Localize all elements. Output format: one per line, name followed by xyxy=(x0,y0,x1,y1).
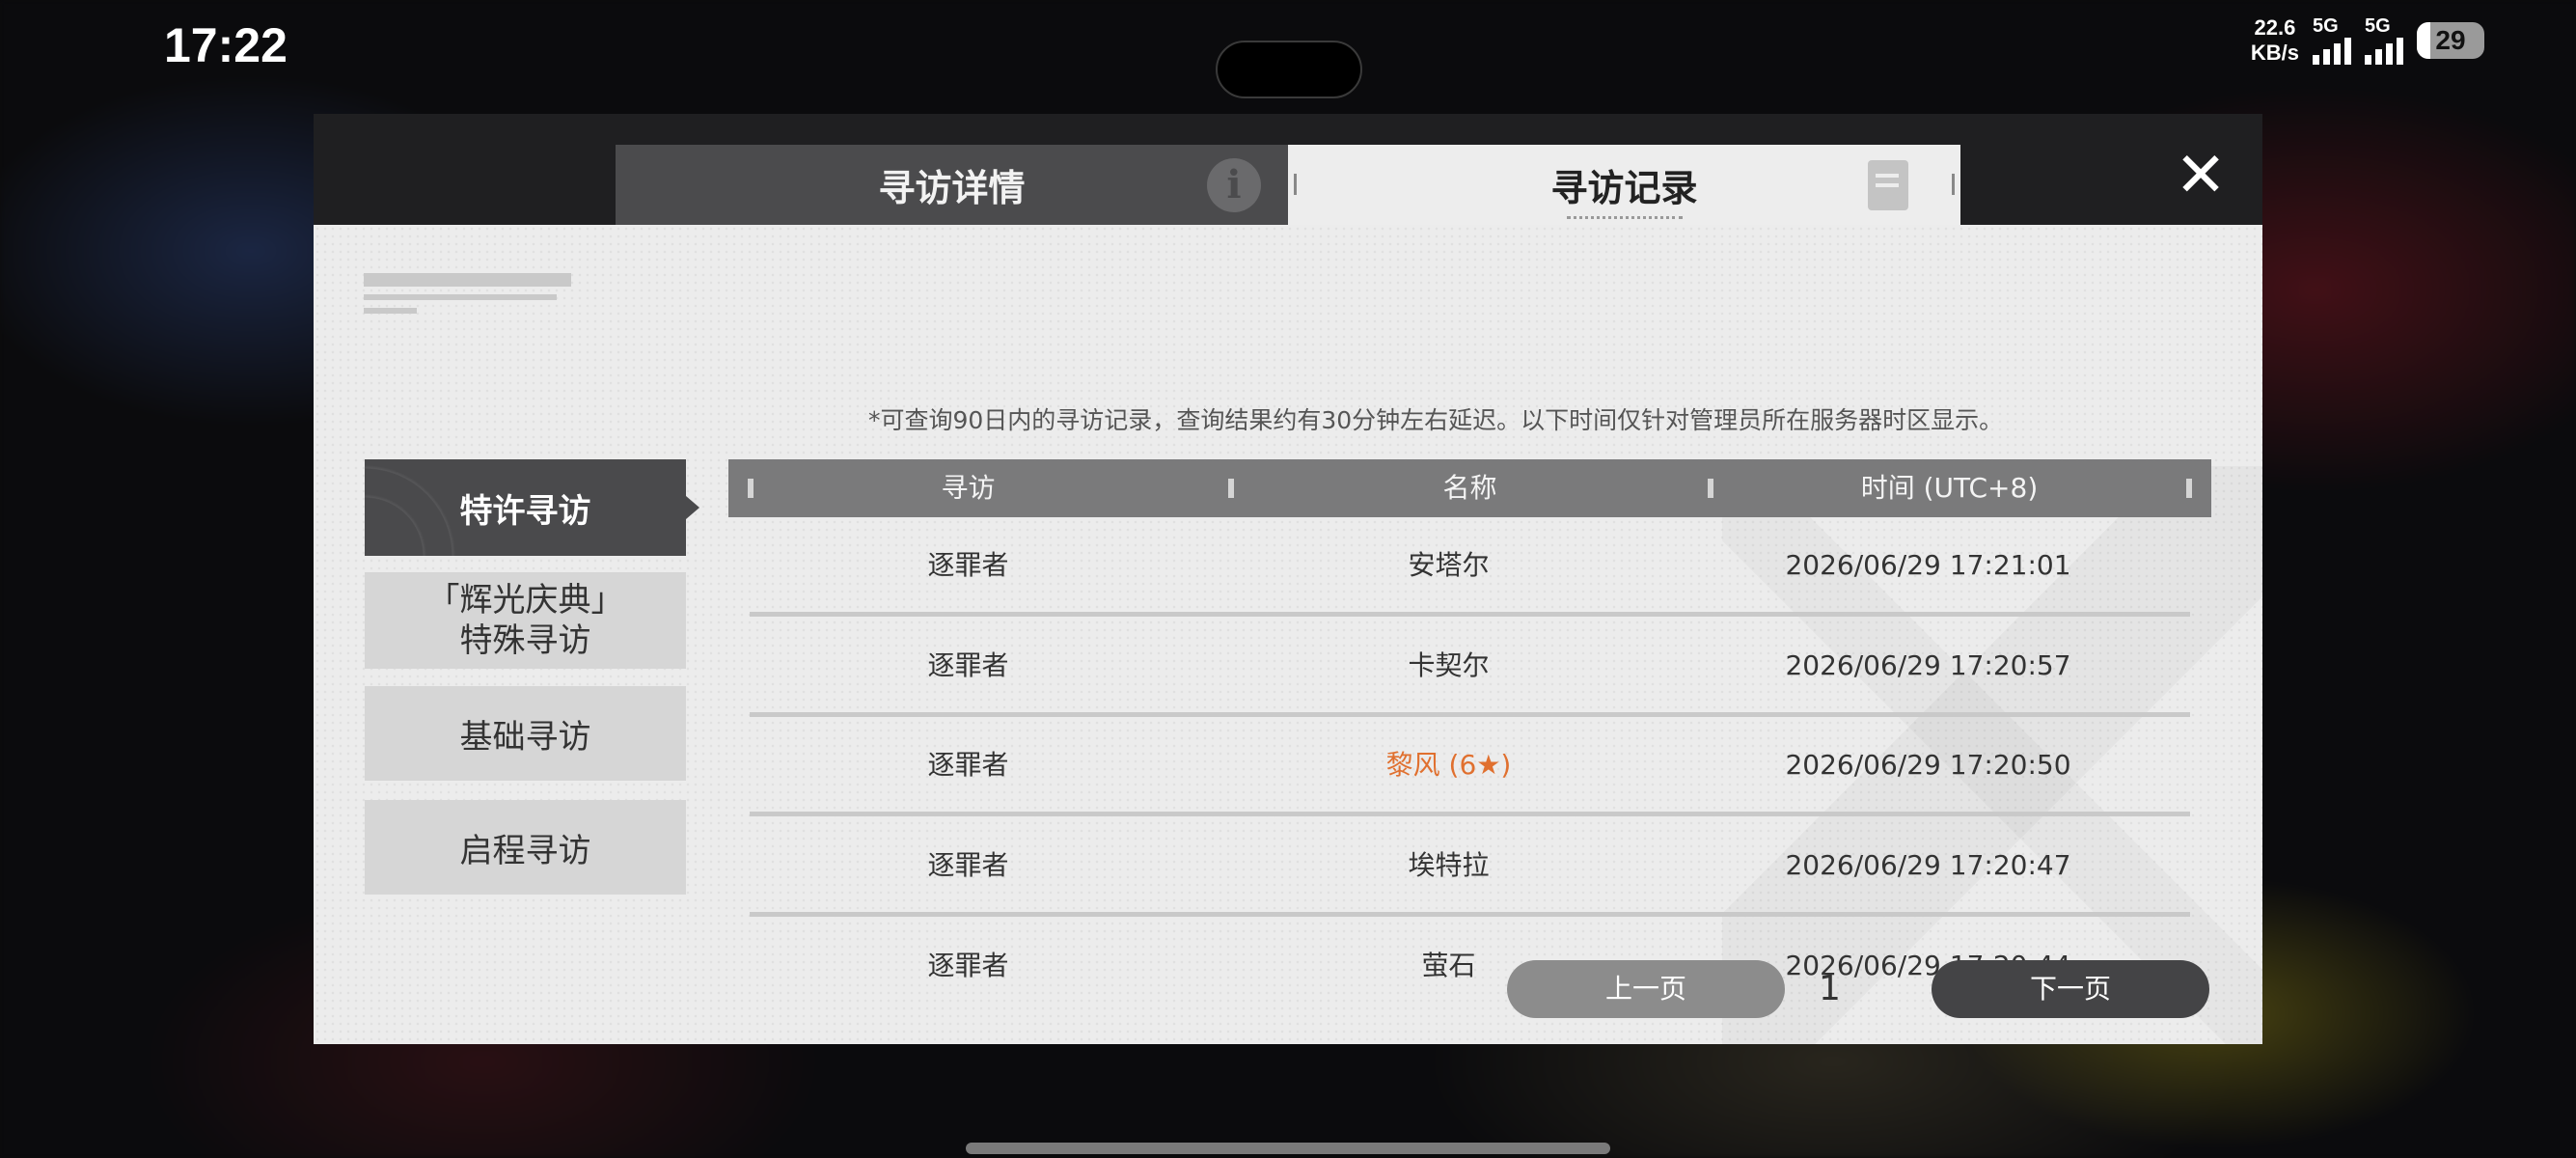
table-row: 逐罪者 卡契尔 2026/06/29 17:20:57 xyxy=(728,618,2211,717)
sidebar-item-label: 「辉光庆典」 特殊寻访 xyxy=(426,581,624,660)
net-speed: 22.6 KB/s xyxy=(2251,15,2299,66)
row-divider xyxy=(750,612,2190,617)
row-divider xyxy=(750,812,2190,816)
page-number: 1 xyxy=(1819,969,1841,1008)
table-header: 寻访 名称 时间 (UTC+8) xyxy=(728,459,2211,517)
cell-banner: 逐罪者 xyxy=(927,549,1009,581)
status-icons: 22.6 KB/s 5G 5G 29 xyxy=(2251,15,2484,66)
dialog-body: 特许寻访 「辉光庆典」 特殊寻访 基础寻访 启程寻访 *可查询90日内的寻访记录… xyxy=(314,225,2262,1044)
sidebar-item-starter[interactable]: 启程寻访 xyxy=(365,800,686,895)
header-mark xyxy=(2186,479,2192,498)
header-banner: 寻访 xyxy=(941,472,996,504)
home-indicator[interactable] xyxy=(966,1143,1610,1154)
cell-name: 埃特拉 xyxy=(1408,849,1490,881)
sidebar-item-label: 基础寻访 xyxy=(459,717,591,757)
tab-details[interactable]: 寻访详情 i xyxy=(616,145,1288,225)
document-icon xyxy=(1868,160,1908,210)
tab-details-label: 寻访详情 xyxy=(878,167,1026,209)
sim2-label: 5G xyxy=(2365,15,2391,37)
sidebar-item-special-permit[interactable]: 特许寻访 xyxy=(365,459,699,556)
row-divider xyxy=(750,912,2190,917)
sidebar-item-glow-festival[interactable]: 「辉光庆典」 特殊寻访 xyxy=(365,572,686,669)
cell-time: 2026/06/29 17:20:57 xyxy=(1785,649,2071,681)
tab-edge-mark xyxy=(1952,174,1955,195)
prev-page-button[interactable]: 上一页 xyxy=(1507,960,1785,1018)
battery-level: 29 xyxy=(2435,25,2466,55)
tab-records[interactable]: 寻访记录 xyxy=(1288,145,1960,225)
camera-island xyxy=(1216,41,1362,98)
next-page-button[interactable]: 下一页 xyxy=(1932,960,2209,1018)
cell-time: 2026/06/29 17:20:47 xyxy=(1785,849,2071,881)
signal-bars-icon xyxy=(2365,36,2403,65)
close-button[interactable]: ✕ xyxy=(2174,145,2228,207)
sim2-signal: 5G xyxy=(2365,16,2403,65)
sim1-signal: 5G xyxy=(2313,16,2351,65)
net-speed-unit: KB/s xyxy=(2250,41,2299,65)
cell-time: 2026/06/29 17:21:01 xyxy=(1785,549,2071,581)
net-speed-value: 22.6 xyxy=(2254,15,2296,40)
cell-time: 2026/06/29 17:20:50 xyxy=(1785,749,2071,781)
sidebar-item-label: 特许寻访 xyxy=(459,491,591,531)
cell-banner: 逐罪者 xyxy=(927,849,1009,881)
header-name: 名称 xyxy=(1442,472,1497,504)
cell-name: 安塔尔 xyxy=(1408,549,1490,581)
signal-bars-icon xyxy=(2313,36,2351,65)
sim1-label: 5G xyxy=(2313,15,2339,37)
decorative-text-lines xyxy=(364,273,571,321)
info-icon: i xyxy=(1207,158,1261,212)
status-time: 17:22 xyxy=(164,18,288,72)
cell-banner: 逐罪者 xyxy=(927,950,1009,981)
cell-banner: 逐罪者 xyxy=(927,649,1009,681)
cell-name: 卡契尔 xyxy=(1408,649,1490,681)
cell-name-highlight: 黎风 (6★) xyxy=(1385,749,1512,781)
table-row: 逐罪者 埃特拉 2026/06/29 17:20:47 xyxy=(728,817,2211,917)
tab-edge-mark xyxy=(1294,174,1297,195)
sidebar-item-label: 启程寻访 xyxy=(459,831,591,870)
query-notice: *可查询90日内的寻访记录，查询结果约有30分钟左右延迟。以下时间仅针对管理员所… xyxy=(868,406,2004,434)
battery-icon: 29 xyxy=(2417,22,2484,59)
tab-active-indicator xyxy=(1566,216,1683,219)
cell-banner: 逐罪者 xyxy=(927,749,1009,781)
tab-records-label: 寻访记录 xyxy=(1550,167,1698,209)
sidebar-item-basic[interactable]: 基础寻访 xyxy=(365,686,686,781)
table-row: 逐罪者 安塔尔 2026/06/29 17:21:01 xyxy=(728,517,2211,617)
header-time: 时间 (UTC+8) xyxy=(1860,472,2039,504)
table-row: 逐罪者 黎风 (6★) 2026/06/29 17:20:50 xyxy=(728,717,2211,816)
gacha-record-dialog: 寻访详情 i 寻访记录 ✕ 特许寻访 「辉光庆典」 特殊寻访 基础寻访 启程寻访… xyxy=(314,114,2262,1044)
